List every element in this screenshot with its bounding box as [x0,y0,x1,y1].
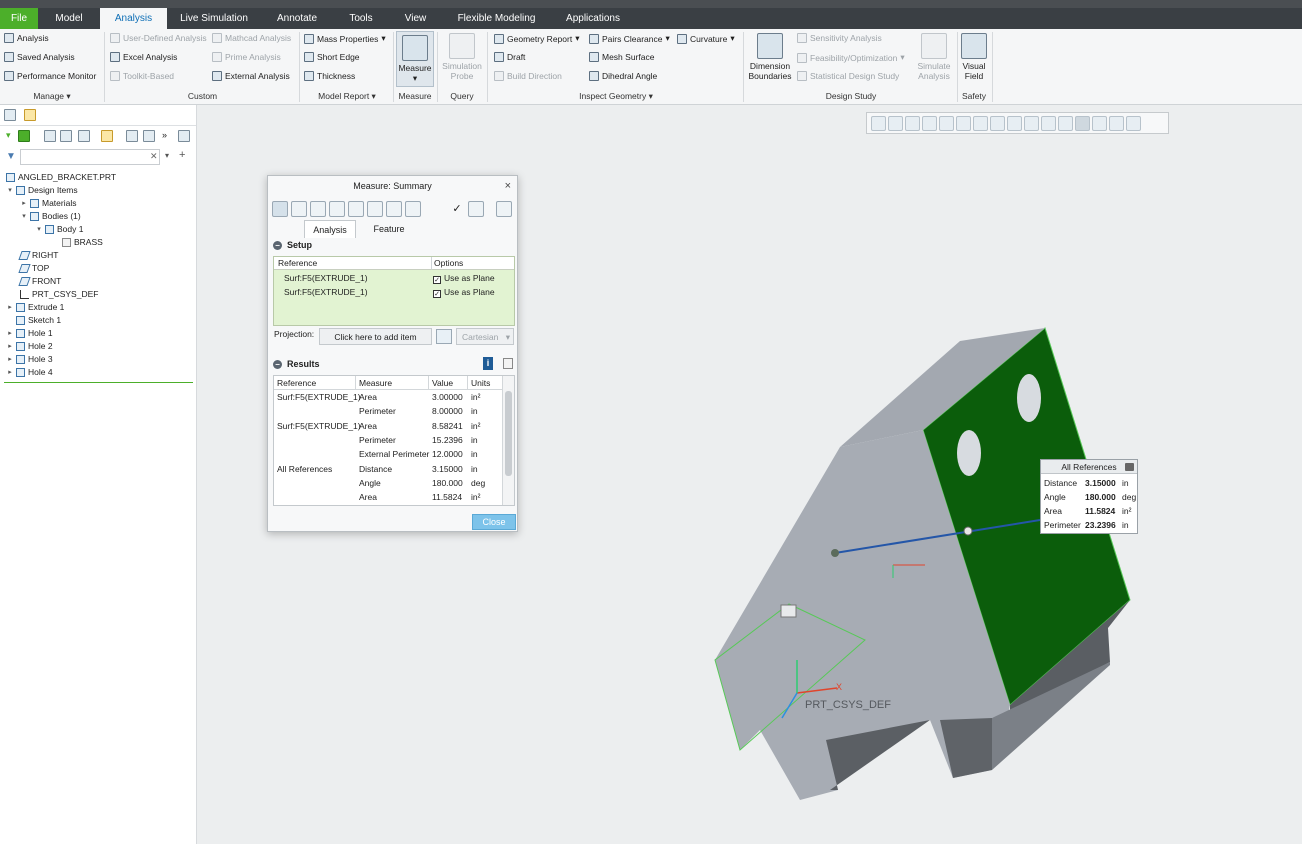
callout-angle-value: 180.000 [1085,492,1116,502]
angle-icon[interactable] [329,201,345,217]
check-icon: ✓ [433,290,441,298]
result-units: in [471,435,478,445]
callout-angle-label: Angle [1044,492,1066,502]
result-ref: Surf:F5(EXTRUDE_1) [277,392,361,402]
callout-area-units: in² [1122,506,1132,516]
result-measure: Perimeter [359,406,396,416]
result-value: 15.2396 [432,435,463,445]
result-value: 8.00000 [432,406,463,416]
results-table: Reference Measure Value Units Surf:F5(EX… [273,375,515,506]
measure-point [831,549,839,557]
result-measure: Angle [359,478,381,488]
info-icon[interactable]: i [483,357,493,370]
slot-face [940,718,992,778]
csys-label: PRT_CSYS_DEF [805,699,891,711]
setup-col-options: Options [432,257,514,270]
close-button[interactable]: Close [472,514,516,530]
measure-type-toolbar: ✓ [272,199,515,219]
setup-table: Reference Options Surf:F5(EXTRUDE_1) ✓ Us… [273,256,515,326]
result-measure: Distance [359,464,393,474]
callout-perimeter-label: Perimeter [1044,520,1081,530]
result-measure: Area [359,421,377,431]
setup-col-reference: Reference [274,257,432,270]
results-col-reference: Reference [274,376,356,390]
result-measure: Perimeter [359,435,396,445]
diameter-icon[interactable] [348,201,364,217]
collapse-icon: − [273,359,282,369]
hole-4 [1017,374,1041,422]
result-value: 11.5824 [432,492,463,502]
measure-point [963,526,973,536]
result-value: 8.58241 [432,421,463,431]
callout-perimeter-value: 23.2396 [1085,520,1116,530]
result-units: in [471,449,478,459]
projection-label: Projection: [274,329,315,339]
callout-distance-units: in [1122,478,1129,488]
callout-distance-value: 3.15000 [1085,478,1116,488]
result-measure: External Perimeter [359,449,430,459]
tab-analysis[interactable]: Analysis [304,220,356,238]
collapse-icon: − [273,240,282,250]
area-icon[interactable] [367,201,383,217]
result-units: in [471,406,478,416]
result-value: 3.15000 [432,464,463,474]
callout-perimeter-units: in [1122,520,1129,530]
expand-dialog-icon[interactable] [496,201,512,217]
close-icon[interactable]: × [505,180,511,192]
model-3d-view: X PRT_CSYS_DEF [714,327,1131,800]
setup-ref-1[interactable]: Surf:F5(EXTRUDE_1) [284,273,368,283]
scrollbar-thumb[interactable] [505,391,512,476]
setup-ref-2[interactable]: Surf:F5(EXTRUDE_1) [284,287,368,297]
result-ref: All References [277,464,333,474]
volume-icon[interactable] [386,201,402,217]
results-col-measure: Measure [356,376,429,390]
coordinate-system-select[interactable]: Cartesian ▾ [456,328,514,345]
check-icon: ✓ [433,276,441,284]
chevron-down-icon: ▾ [505,332,510,342]
result-units: in² [471,421,481,431]
tab-feature[interactable]: Feature [364,220,414,238]
callout-area-label: Area [1044,506,1062,516]
measure-dialog[interactable]: Measure: Summary × ✓ Analysis Feature − S… [267,175,518,532]
callout-area-value: 11.5824 [1085,506,1116,516]
result-units: in² [471,492,481,502]
result-value: 12.0000 [432,449,463,459]
all-references-callout[interactable]: All References Distance 3.15000 in Angle… [1040,459,1138,534]
curve-length-icon[interactable] [291,201,307,217]
csys-x-label: X [836,682,842,692]
projection-view-icon[interactable] [436,329,452,344]
save-icon[interactable] [468,201,484,217]
results-col-value: Value [429,376,468,390]
drag-handle[interactable] [780,604,797,618]
callout-title: All References [1041,460,1137,474]
callout-angle-units: deg [1122,492,1137,502]
result-measure: Area [359,492,377,502]
hole-3 [957,430,981,476]
result-ref: Surf:F5(EXTRUDE_1) [277,421,361,431]
result-measure: Area [359,392,377,402]
projection-collector[interactable]: Click here to add item [319,328,432,345]
result-value: 3.00000 [432,392,463,402]
callout-distance-label: Distance [1044,478,1078,488]
results-col-units: Units [468,376,502,390]
result-units: in² [471,392,481,402]
check-icon[interactable]: ✓ [449,201,465,217]
distance-icon[interactable] [310,201,326,217]
transform-icon[interactable] [405,201,421,217]
use-as-plane-checkbox-1[interactable]: ✓ Use as Plane [433,273,495,284]
results-header[interactable]: − Results [273,359,320,369]
dialog-title: Measure: Summary [353,181,432,191]
result-value: 180.000 [432,478,463,488]
setup-header[interactable]: − Setup [273,240,312,250]
length-icon[interactable] [272,201,288,217]
results-scrollbar[interactable] [502,376,514,505]
result-units: deg [471,478,486,488]
export-icon[interactable] [503,358,513,369]
result-units: in [471,464,478,474]
use-as-plane-checkbox-2[interactable]: ✓ Use as Plane [433,287,495,298]
collapse-icon[interactable] [1125,463,1134,471]
